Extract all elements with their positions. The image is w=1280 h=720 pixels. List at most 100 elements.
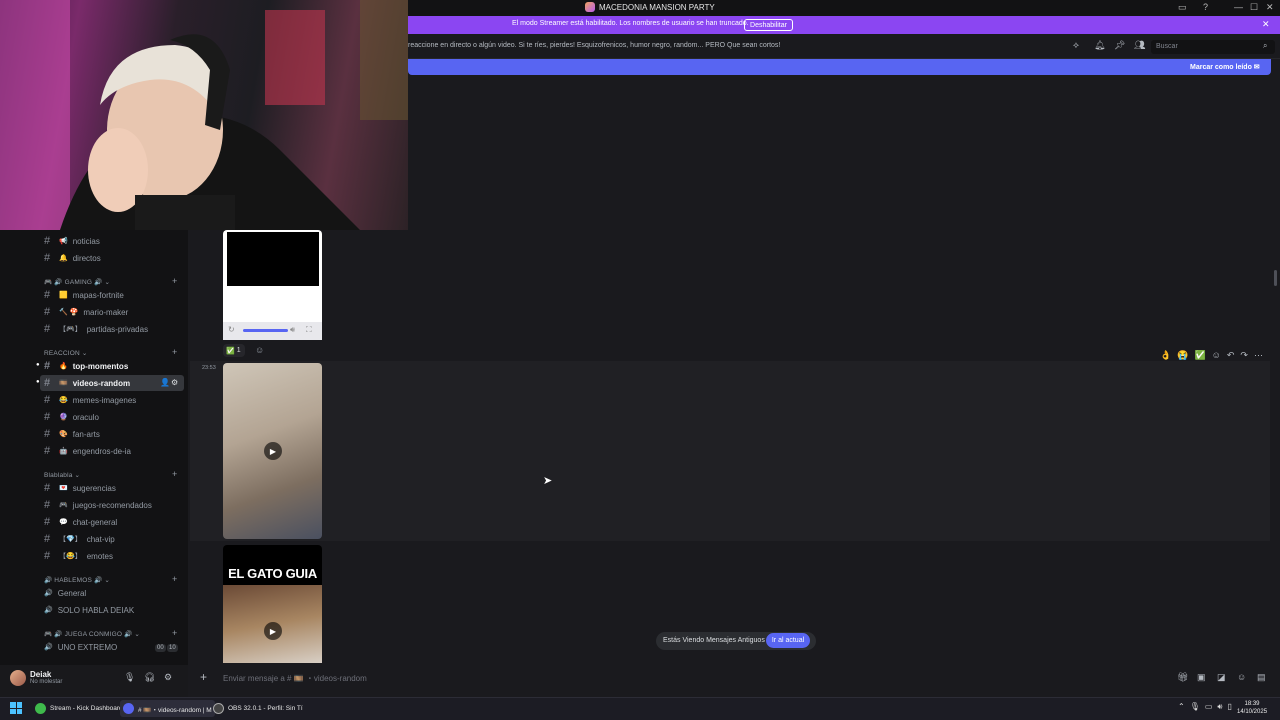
webcam-feed-image (0, 0, 408, 230)
sticker-icon[interactable]: ◪ (1217, 672, 1226, 683)
hash-icon: # (44, 550, 51, 562)
chevron-up-icon[interactable]: ⌃ (1178, 702, 1185, 712)
hovered-message[interactable] (190, 361, 1270, 541)
play-icon[interactable]: ▶ (264, 442, 282, 460)
hash-icon: # (44, 306, 51, 318)
discord-icon (123, 703, 134, 714)
volume-icon[interactable]: 🔊︎ (290, 325, 295, 335)
sidebar-item-top-momentos[interactable]: # 🔥 top-momentos (44, 358, 128, 374)
sidebar-item-sugerencias[interactable]: # 💌 sugerencias (44, 480, 116, 496)
unread-dot-icon: ● (36, 379, 40, 385)
play-icon[interactable]: ▶ (264, 622, 282, 640)
sidebar-item-engendros-de-ia[interactable]: # 🤖 engendros-de-ia (44, 443, 131, 459)
gif-icon[interactable]: ▣ (1197, 672, 1206, 683)
sidebar-item-partidas-privadas[interactable]: # 【🎮】 partidas-privadas (44, 321, 148, 337)
reaction-badge[interactable]: ✅ 1 (223, 344, 245, 357)
category-reaccion[interactable]: REACCION ⌄ (44, 349, 88, 357)
maximize-button[interactable]: ☐ (1250, 2, 1258, 13)
apps-icon[interactable]: ▤ (1257, 672, 1266, 683)
message-timestamp: 23:53 (202, 365, 216, 371)
category-hablemos[interactable]: 🔊 HABLEMOS 🔊 ⌄ (44, 576, 110, 584)
fullscreen-icon[interactable]: ⛶ (306, 325, 312, 335)
sidebar-item-chat-vip[interactable]: # 【💎】 chat-vip (44, 531, 115, 547)
close-window-button[interactable]: ✕ (1266, 2, 1274, 13)
volume-tray-icon[interactable]: 🔊︎ (1217, 702, 1222, 712)
battery-icon[interactable]: ▯ (1227, 702, 1231, 712)
hash-icon: # (44, 533, 51, 545)
sidebar-item-videos-random[interactable]: # 🎞️ videos-random (44, 375, 130, 391)
add-channel-icon[interactable]: + (172, 347, 177, 357)
sidebar-item-memes-imagenes[interactable]: # 😂 memes-imagenes (44, 392, 136, 408)
minimize-button[interactable]: — (1234, 2, 1243, 12)
taskbar-app-kick[interactable]: Stream - Kick Dashboard (32, 700, 126, 717)
reaction-icon[interactable]: ✅ (1194, 350, 1205, 361)
threads-icon[interactable]: ⟡ (1073, 40, 1079, 51)
add-channel-icon[interactable]: + (172, 469, 177, 479)
disable-streamer-button[interactable]: Deshabilitar (744, 19, 793, 31)
help-icon[interactable]: ? (1203, 2, 1208, 12)
sidebar-item-fan-arts[interactable]: # 🎨 fan-arts (44, 426, 100, 442)
emoji-icon[interactable]: ☺ (1237, 672, 1246, 682)
hash-icon: # (44, 289, 51, 301)
reply-icon[interactable]: ↶ (1227, 350, 1235, 361)
category-blablabla[interactable]: Blablabla ⌄ (44, 471, 80, 479)
taskbar-app-discord[interactable]: # 🎞️・videos-random | M (120, 700, 215, 717)
more-options-icon[interactable]: ⋯ (1254, 350, 1263, 361)
sidebar-item-mario-maker[interactable]: # 🔨 🍄 mario-maker (44, 304, 128, 320)
add-channel-icon[interactable]: + (172, 276, 177, 286)
user-settings-gear-icon[interactable]: ⚙ (164, 672, 172, 683)
avatar[interactable] (10, 670, 26, 686)
user-panel (0, 665, 188, 697)
message-input[interactable]: Enviar mensaje a # 🎞️ ・videos-random (223, 673, 367, 684)
sidebar-item-solo-habla-deiak[interactable]: 🔊 SOLO HABLA DEIAK (44, 602, 134, 618)
reaction-icon[interactable]: 👌 (1160, 350, 1171, 361)
scrollbar-thumb[interactable] (1274, 270, 1277, 286)
sidebar-item-mapas-fortnite[interactable]: # 🟨 mapas-fortnite (44, 287, 124, 303)
notification-bell-icon[interactable]: 🔔︎ (1094, 40, 1105, 51)
hash-icon: # (44, 252, 51, 264)
sidebar-item-noticias[interactable]: # 📢 noticias (44, 233, 100, 249)
invite-icon[interactable]: 👤 (160, 378, 170, 387)
voice-user-limit: 10 (167, 644, 178, 652)
streamer-mode-message: El modo Streamer está habilitado. Los no… (512, 20, 749, 27)
streamer-banner-close-icon[interactable]: ✕ (1262, 19, 1270, 30)
attach-plus-icon[interactable]: + (200, 670, 207, 684)
hash-icon: # (44, 377, 51, 389)
windows-start-icon[interactable] (10, 702, 22, 714)
headphones-icon[interactable]: 🎧︎ (144, 672, 155, 683)
gear-icon[interactable]: ⚙ (171, 378, 178, 387)
members-icon[interactable]: 👥︎ (1134, 40, 1145, 51)
channel-topic[interactable]: reaccione en directo o algún video. Si t… (408, 42, 780, 49)
gift-icon[interactable]: 🎁︎ (1177, 672, 1188, 683)
category-gaming[interactable]: 🎮 🔊 GAMING 🔊 ⌄ (44, 278, 110, 286)
sidebar-item-uno-extremo[interactable]: 🔊 UNO EXTREMO (44, 639, 117, 655)
mic-tray-icon[interactable]: 🎙︎ (1190, 702, 1200, 712)
pin-icon[interactable]: 📌︎ (1114, 40, 1125, 51)
add-channel-icon[interactable]: + (172, 628, 177, 638)
reaction-icon[interactable]: 😭 (1177, 350, 1188, 361)
jump-to-present-button[interactable]: Ir al actual (766, 633, 810, 648)
old-messages-label: Estás Viendo Mensajes Antiguos (663, 637, 765, 644)
replay-icon[interactable]: ↻ (228, 325, 235, 334)
taskbar-app-obs[interactable]: OBS 32.0.1 - Perfil: Sin Tí (210, 700, 306, 717)
sidebar-item-emotes[interactable]: # 【😂】 emotes (44, 548, 113, 564)
forward-icon[interactable]: ↷ (1240, 350, 1248, 361)
add-reaction-icon[interactable]: ☺ (1212, 350, 1221, 361)
mark-as-read-button[interactable]: Marcar como leído ✉ (1190, 63, 1260, 71)
username[interactable]: Deiak (30, 670, 51, 679)
sidebar-item-chat-general[interactable]: # 💬 chat-general (44, 514, 117, 530)
taskbar-clock[interactable]: 18:39 14/10/2025 (1237, 700, 1267, 716)
sidebar-item-general-voice[interactable]: 🔊 General (44, 585, 86, 601)
sidebar-item-oraculo[interactable]: # 🔮 oraculo (44, 409, 99, 425)
add-channel-icon[interactable]: + (172, 574, 177, 584)
microphone-icon[interactable]: 🎙︎ (124, 672, 135, 683)
search-input[interactable]: Buscar (1151, 40, 1275, 54)
category-juega-conmigo[interactable]: 🎮 🔊 JUEGA CONMIGO 🔊 ⌄ (44, 630, 140, 638)
network-icon[interactable]: ▭ (1205, 702, 1213, 712)
sidebar-item-juegos-recomendados[interactable]: # 🎮 juegos-recomendados (44, 497, 152, 513)
new-messages-banner[interactable] (408, 59, 1271, 75)
add-reaction-icon[interactable]: ☺ (255, 345, 264, 355)
sidebar-item-directos[interactable]: # 🔔 directos (44, 250, 101, 266)
video-progress-bar[interactable] (243, 329, 288, 332)
inbox-icon[interactable]: ▭ (1178, 2, 1187, 13)
